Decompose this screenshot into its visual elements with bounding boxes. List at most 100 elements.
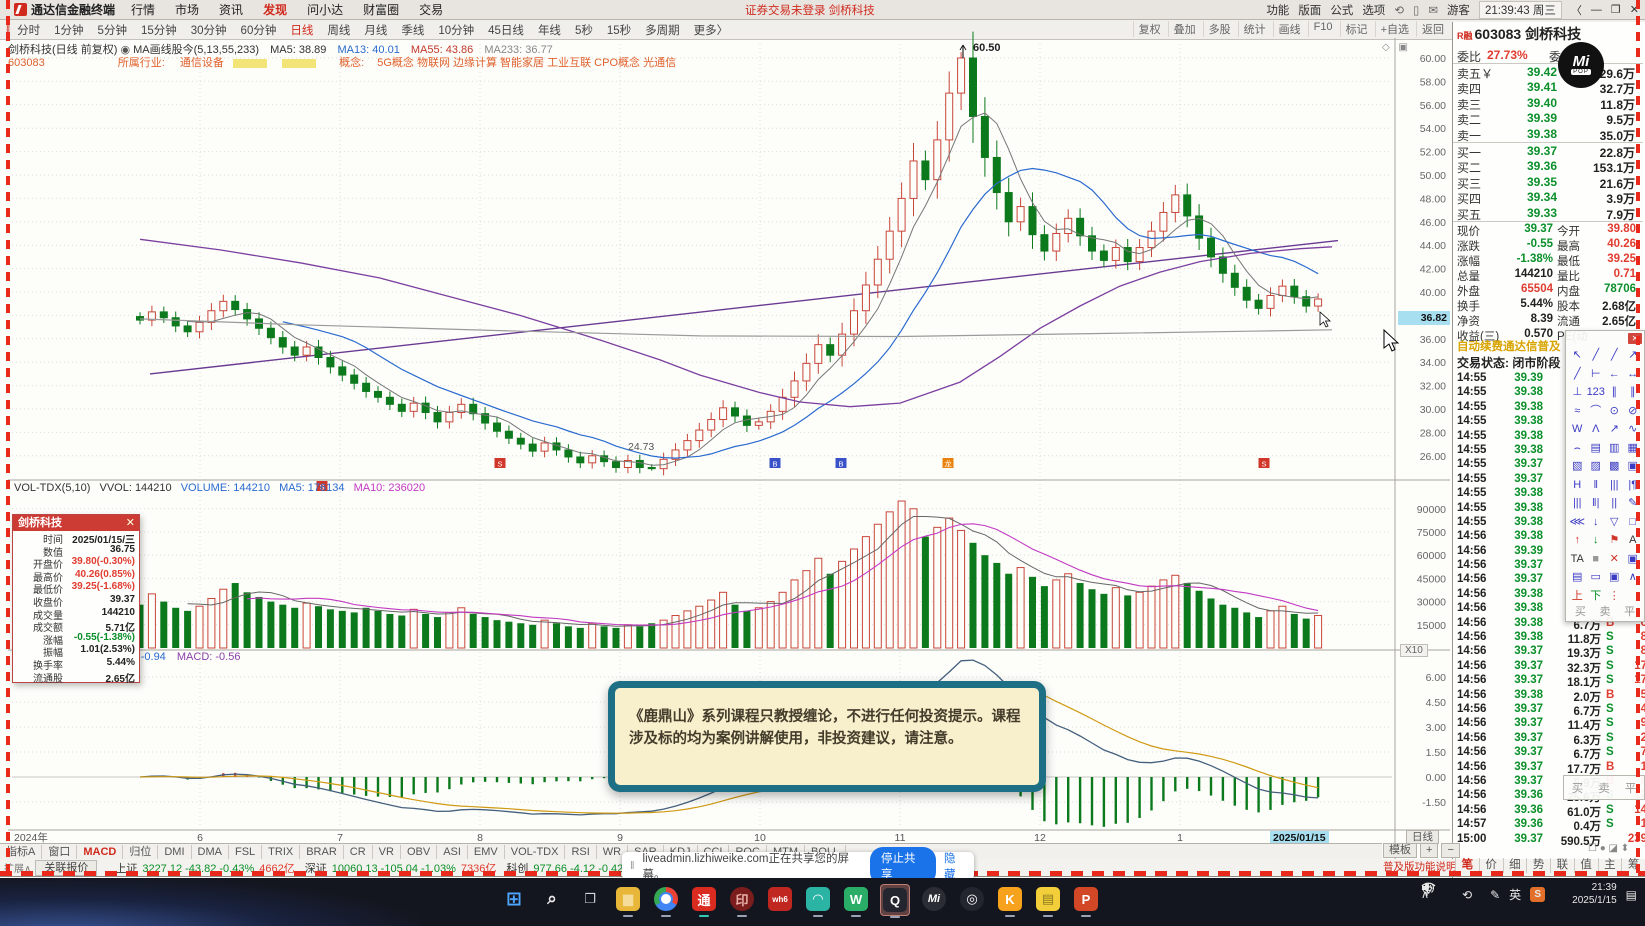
draw-tool-icon[interactable]: ||	[1605, 495, 1624, 513]
draw-tool-icon[interactable]: ╱	[1587, 347, 1606, 365]
draw-tool-icon[interactable]: |¶	[1624, 477, 1643, 495]
draw-tool-icon[interactable]: ≈	[1568, 403, 1587, 421]
tool-+自选[interactable]: +自选	[1374, 21, 1414, 37]
tab-指标A[interactable]: 指标A	[0, 844, 43, 859]
close-icon[interactable]: ✕	[1628, 333, 1642, 344]
draw-tool-icon[interactable]: ▽	[1605, 514, 1624, 532]
draw-tool-icon[interactable]: ▣	[1624, 551, 1643, 569]
draw-tool-icon[interactable]: ∥	[1624, 384, 1643, 402]
tool-返回[interactable]: 返回	[1416, 21, 1449, 37]
tool-多股[interactable]: 多股	[1202, 21, 1236, 37]
draw-tool-icon[interactable]: ↖	[1568, 347, 1587, 365]
palette-卖[interactable]: 卖	[1599, 603, 1610, 619]
tool-标记[interactable]: 标记	[1339, 21, 1373, 37]
draw-tool-icon[interactable]: ╱	[1605, 347, 1624, 365]
draw-tool-icon[interactable]: |||	[1605, 477, 1624, 495]
draw-tool-icon[interactable]: ▤	[1587, 440, 1606, 458]
taskbar-icon-camera-app[interactable]: ◎	[958, 884, 986, 914]
quick-卖[interactable]: 卖	[1598, 780, 1610, 796]
btn-模板[interactable]: 模板	[1383, 843, 1417, 858]
draw-tool-icon[interactable]: ↓	[1587, 514, 1606, 532]
draw-tool-icon[interactable]: ▤	[1568, 569, 1587, 587]
taskbar-icon-qq[interactable]: Q	[880, 884, 910, 918]
draw-tool-icon[interactable]: ▩	[1605, 458, 1624, 476]
taskbar-icon-search[interactable]: ⌕	[538, 884, 566, 914]
pen-icon[interactable]: ✎	[1490, 888, 1500, 902]
tab-DMI[interactable]: DMI	[158, 844, 192, 859]
template-row[interactable]: 模板 + −	[1383, 843, 1460, 858]
tool-统计[interactable]: 统计	[1237, 21, 1271, 37]
draw-tool-icon[interactable]: ▣	[1624, 458, 1643, 476]
draw-tool-icon[interactable]: 123	[1587, 384, 1606, 402]
draw-tool-icon[interactable]: ⊙	[1605, 403, 1624, 421]
taskbar-icon-task-view[interactable]: ❐	[576, 884, 604, 914]
tab-VR[interactable]: VR	[373, 844, 401, 859]
draw-tool-icon[interactable]: A	[1624, 532, 1643, 550]
close-icon[interactable]: ✕	[126, 515, 135, 531]
tab-MACD[interactable]: MACD	[77, 844, 124, 859]
draw-tool-icon[interactable]: ▥	[1605, 440, 1624, 458]
clock-tray[interactable]: 21:39 2025/1/15	[1572, 882, 1617, 907]
tab-势[interactable]: 势	[1526, 858, 1550, 873]
draw-tool-icon[interactable]: ∧	[1624, 569, 1643, 587]
tab-EMV[interactable]: EMV	[468, 844, 505, 859]
taskbar-icon-sticky-notes[interactable]: ▤	[1034, 884, 1062, 917]
ime-indicator[interactable]: 英	[1509, 886, 1521, 903]
draw-tool-icon[interactable]: ▦	[1624, 440, 1643, 458]
concept-values[interactable]: 5G概念 物联网 边缘计算 智能家居 工业互联 CPO概念 光通信	[377, 57, 676, 69]
draw-tool-icon[interactable]: ⌒	[1587, 403, 1606, 421]
tool-F10[interactable]: F10	[1307, 21, 1338, 37]
pause-icon[interactable]: ‖	[630, 860, 635, 872]
draw-tool-icon[interactable]: ⚑	[1605, 532, 1624, 550]
tab-筹[interactable]: 筹	[1621, 858, 1645, 873]
s-badge-icon[interactable]: S	[1530, 887, 1546, 902]
quick-买[interactable]: 买	[1572, 780, 1584, 796]
btn-−[interactable]: −	[1441, 843, 1460, 858]
promo-text[interactable]: 自动续费通达信普及	[1457, 338, 1561, 354]
draw-tool-icon[interactable]: ▧	[1568, 458, 1587, 476]
btn-+[interactable]: +	[1420, 843, 1439, 858]
draw-tool-icon[interactable]: ↗	[1624, 347, 1643, 365]
taskbar-icon-seal-app[interactable]: 印	[728, 884, 756, 917]
tool-画线[interactable]: 画线	[1272, 21, 1306, 37]
taskbar-icon-start[interactable]: ⊞	[500, 884, 528, 914]
taskbar-icon-stock-app[interactable]: ◠	[804, 884, 832, 917]
tab-笔[interactable]: 笔	[1455, 858, 1479, 873]
draw-tool-icon[interactable]: ⊢	[1587, 366, 1606, 384]
draw-tool-icon[interactable]: Λ	[1587, 421, 1606, 439]
tab-值[interactable]: 值	[1573, 858, 1598, 873]
tab-OBV[interactable]: OBV	[401, 844, 438, 859]
tab-TRIX[interactable]: TRIX	[262, 844, 301, 859]
draw-tool-icon[interactable]: ⋘	[1568, 514, 1587, 532]
draw-tool-icon[interactable]: ↓	[1587, 532, 1606, 550]
palette-买[interactable]: 买	[1575, 603, 1586, 619]
draw-tool-icon[interactable]: ⌢	[1568, 440, 1587, 458]
tab-窗口[interactable]: 窗口	[42, 844, 78, 859]
draw-tool-icon[interactable]: ↗	[1605, 421, 1624, 439]
tab-ASI[interactable]: ASI	[437, 844, 468, 859]
draw-tool-icon[interactable]: TA	[1568, 551, 1587, 569]
tab-归位[interactable]: 归位	[123, 844, 159, 859]
draw-tool-icon[interactable]: ■	[1587, 551, 1606, 569]
tab-RSI[interactable]: RSI	[565, 844, 597, 859]
taskbar-icon-chrome[interactable]	[652, 884, 680, 917]
tab-细[interactable]: 细	[1502, 858, 1527, 873]
draw-tool-icon[interactable]: ▣	[1605, 569, 1624, 587]
quick-平[interactable]: 平	[1625, 780, 1637, 796]
edition-note[interactable]: 普及版功能说明	[1383, 859, 1457, 874]
taskbar-icon-powerpoint[interactable]: P	[1072, 884, 1100, 917]
draw-tool-icon[interactable]: ↔	[1624, 366, 1643, 384]
draw-tool-icon[interactable]: W	[1568, 421, 1587, 439]
tab-价[interactable]: 价	[1478, 858, 1503, 873]
tab-FSL[interactable]: FSL	[229, 844, 263, 859]
taskbar-icon-wh6[interactable]: wh6	[766, 884, 794, 914]
tab-linked-quote[interactable]: 关联报价	[35, 859, 98, 876]
draw-tool-icon[interactable]: ←	[1605, 366, 1624, 384]
tool-复权[interactable]: 复权	[1132, 21, 1166, 37]
draw-tool-icon[interactable]: ⊥	[1568, 384, 1587, 402]
draw-tool-icon[interactable]: ⊘	[1624, 403, 1643, 421]
draw-tool-icon[interactable]: ∿	[1624, 421, 1643, 439]
taskbar-icon-wechat[interactable]: W	[842, 884, 870, 917]
bottom-mini-icons[interactable]: ☐ ● ◪ ⬍	[1588, 843, 1629, 854]
draw-tool-icon[interactable]: |||	[1568, 495, 1587, 513]
